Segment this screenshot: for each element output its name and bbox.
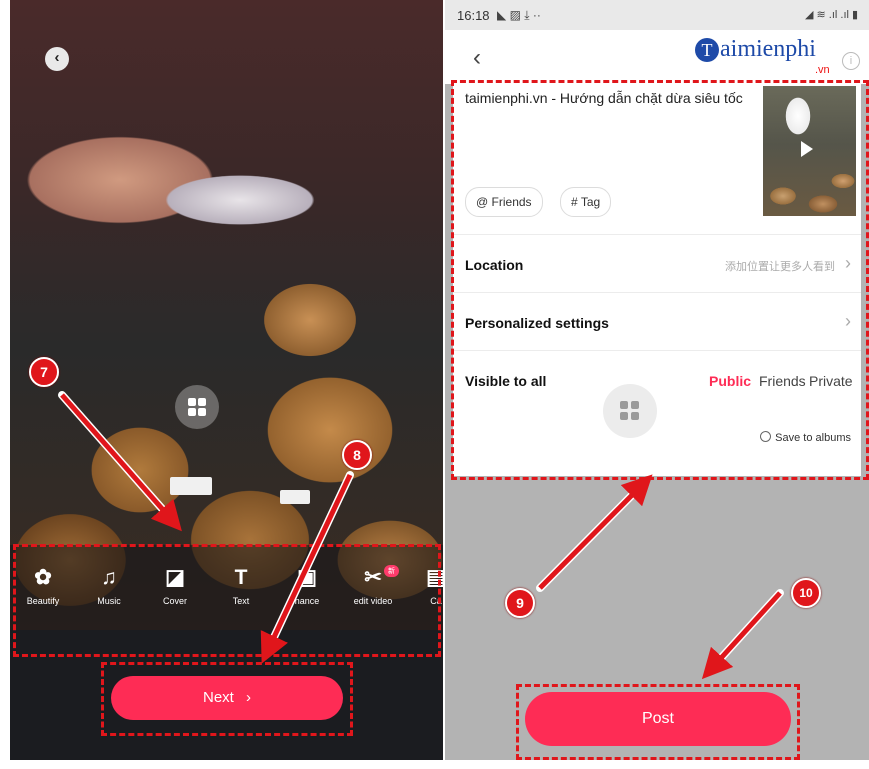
annotation-arrows (58, 391, 784, 680)
step-badge-7: 7 (29, 357, 59, 387)
step-badge-9: 9 (505, 588, 535, 618)
arrow-9 (538, 474, 653, 590)
arrow-8 (260, 473, 353, 664)
step-badge-10: 10 (791, 578, 821, 608)
arrow-7 (60, 393, 182, 532)
arrow-10 (701, 591, 782, 680)
step-badge-8: 8 (342, 440, 372, 470)
